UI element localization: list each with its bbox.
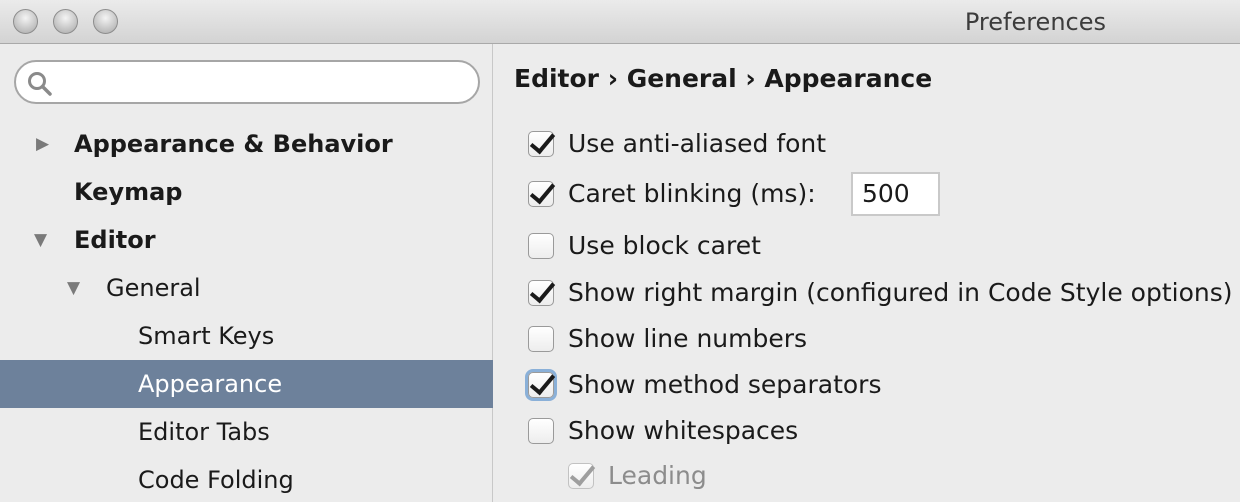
checkbox[interactable] (528, 131, 554, 157)
option-label: Show line numbers (568, 324, 808, 353)
checkbox[interactable] (528, 418, 554, 444)
option-label: Show method separators (568, 370, 882, 399)
settings-sidebar: ▶ Appearance & Behavior Keymap ▼ Editor … (0, 44, 493, 502)
sidebar-item-label: Appearance (138, 370, 283, 398)
checkbox[interactable] (528, 372, 554, 398)
search-icon (28, 72, 52, 96)
search-input[interactable] (14, 60, 480, 104)
option-label: Show whitespaces (568, 416, 799, 445)
sidebar-item-code-folding[interactable]: Code Folding (0, 456, 493, 502)
option-label: Use block caret (568, 231, 761, 260)
settings-panel: Editor › General › Appearance Use anti-a… (494, 44, 1240, 502)
checkbox[interactable] (528, 280, 554, 306)
preferences-window: Preferences ▶ Appearance & Behavior Keym… (0, 0, 1240, 502)
sidebar-item-editor[interactable]: ▼ Editor (0, 216, 493, 264)
sidebar-item-label: Keymap (74, 178, 183, 206)
sidebar-item-label: General (106, 274, 201, 302)
sidebar-item-general[interactable]: ▼ General (0, 264, 493, 312)
sidebar-item-label: Editor Tabs (138, 418, 270, 446)
checkbox[interactable] (528, 181, 554, 207)
chevron-down-icon[interactable]: ▼ (34, 216, 47, 264)
sidebar-item-editor-tabs[interactable]: Editor Tabs (0, 408, 493, 456)
checkbox[interactable] (568, 463, 594, 489)
option-label: Leading (608, 461, 707, 490)
sidebar-item-label: Editor (74, 226, 156, 254)
option-label: Show right margin (configured in Code St… (568, 278, 1233, 307)
sidebar-item-label: Appearance & Behavior (74, 130, 393, 158)
caret-blink-ms-input[interactable]: 500 (851, 172, 940, 216)
chevron-right-icon[interactable]: ▶ (36, 120, 49, 168)
breadcrumb: Editor › General › Appearance (514, 64, 933, 93)
sidebar-item-label: Code Folding (138, 466, 294, 494)
checkbox[interactable] (528, 233, 554, 259)
sidebar-item-smart-keys[interactable]: Smart Keys (0, 312, 493, 360)
option-label: Use anti-aliased font (568, 129, 827, 158)
window-title: Preferences (964, 8, 1106, 36)
chevron-down-icon[interactable]: ▼ (67, 264, 80, 312)
option-label: Caret blinking (ms): (568, 179, 816, 208)
sidebar-item-keymap[interactable]: Keymap (0, 168, 493, 216)
sidebar-item-appearance[interactable]: Appearance (0, 360, 493, 408)
checkbox[interactable] (528, 326, 554, 352)
sidebar-item-appearance-behavior[interactable]: ▶ Appearance & Behavior (0, 120, 493, 168)
sidebar-item-label: Smart Keys (138, 322, 275, 350)
title-bar: Preferences (0, 0, 1240, 44)
